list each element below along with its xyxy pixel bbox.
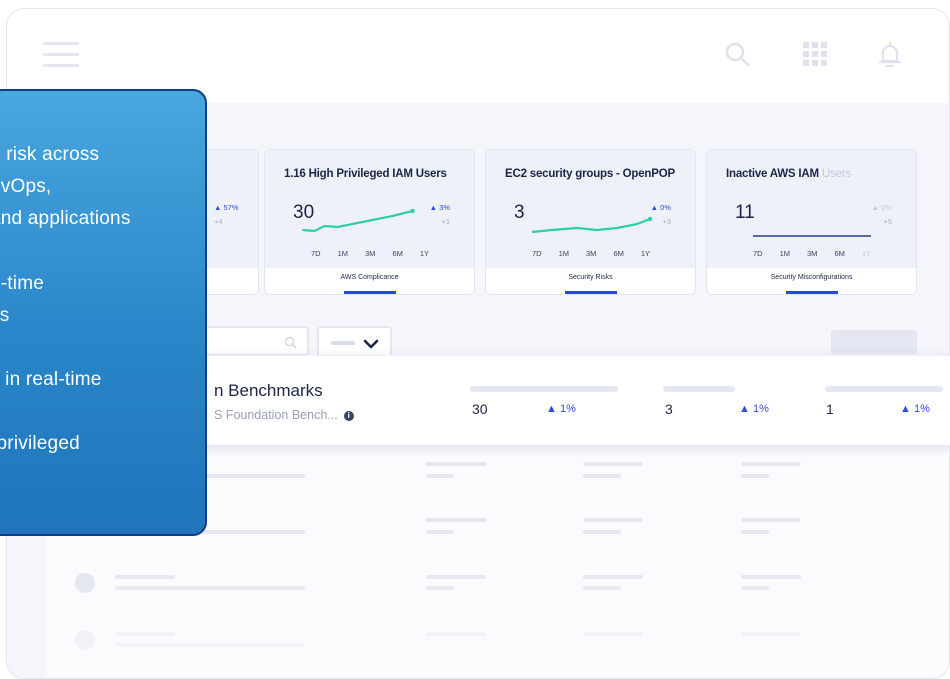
card-title: EC2 security groups - OpenPOP: [505, 168, 675, 180]
metric-change: ▲ 1%: [900, 403, 930, 415]
metric-card-inactive-iam-users[interactable]: Inactive AWS IAM Users 11 ▲ 0% +5 7D 1M 3M 6…: [706, 149, 917, 295]
action-button-placeholder[interactable]: [831, 330, 917, 354]
metric-bar: [663, 386, 735, 392]
metric-change: ▲ 1%: [739, 403, 769, 415]
filter-search-input[interactable]: [197, 326, 309, 356]
period-selector[interactable]: 7D 1M 3M 6M 1Y: [311, 249, 446, 258]
metric-card-high-privileged-iam[interactable]: 1.16 High Privileged IAM Users 30 ▲ 3% +1…: [264, 149, 475, 295]
metric-card-ec2-security-groups[interactable]: EC2 security groups - OpenPOP 3 ▲ 0% +3 7…: [485, 149, 696, 295]
card-accent-bar: [344, 291, 396, 294]
sparkline: [531, 216, 653, 234]
metric-value: 1: [826, 401, 834, 417]
callout-line: -privileged: [0, 433, 80, 454]
card-value: 3: [514, 202, 525, 223]
metric-value: 3: [665, 401, 673, 417]
callout-line: y in real-time: [0, 369, 102, 390]
card-category: AWS Complicance: [340, 274, 399, 281]
benchmark-subtitle: S Foundation Bench... i: [214, 408, 354, 422]
info-icon[interactable]: i: [343, 411, 354, 421]
feature-callout-panel: e risk across evOps, and applications n-…: [0, 89, 207, 536]
delta-sub: +4: [214, 217, 223, 226]
card-category: Security Risks: [568, 274, 613, 281]
metric-value: 30: [472, 401, 488, 417]
card-title: 1.16 High Privileged IAM Users: [284, 168, 447, 180]
chevron-down-icon: [363, 339, 379, 349]
delta-up: ▲ 57%: [214, 203, 239, 212]
callout-line: n-time: [0, 273, 44, 294]
callout-line: ss: [0, 305, 10, 326]
card-delta: ▲ 3% +1: [429, 203, 450, 226]
sparkline: [753, 235, 871, 237]
sparkline: [302, 208, 415, 233]
card-category: Security Misconfigurations: [770, 274, 853, 281]
hamburger-icon[interactable]: [43, 42, 79, 68]
callout-line: e risk across: [0, 144, 100, 165]
benchmark-title: n Benchmarks: [214, 381, 323, 400]
period-selector[interactable]: 7D 1M 3M 6M 1Y: [532, 249, 667, 258]
callout-line: and applications: [0, 208, 131, 229]
apps-grid-icon[interactable]: [801, 40, 831, 70]
search-icon[interactable]: [723, 40, 753, 70]
search-icon: [284, 336, 297, 349]
card-accent-bar: [565, 291, 617, 294]
card-title: Inactive AWS IAM Users: [726, 168, 851, 180]
bell-icon[interactable]: [875, 40, 905, 70]
card-accent-bar: [786, 291, 838, 294]
callout-line: evOps,: [0, 176, 52, 197]
filter-dropdown[interactable]: [317, 326, 392, 358]
metric-bar: [470, 386, 618, 392]
period-selector[interactable]: 7D 1M 3M 6M 1Y: [753, 249, 888, 258]
benchmark-row[interactable]: n Benchmarks S Foundation Bench... i 30 ▲…: [150, 355, 950, 445]
metric-change: ▲ 1%: [546, 403, 576, 415]
metric-bar: [825, 386, 943, 392]
